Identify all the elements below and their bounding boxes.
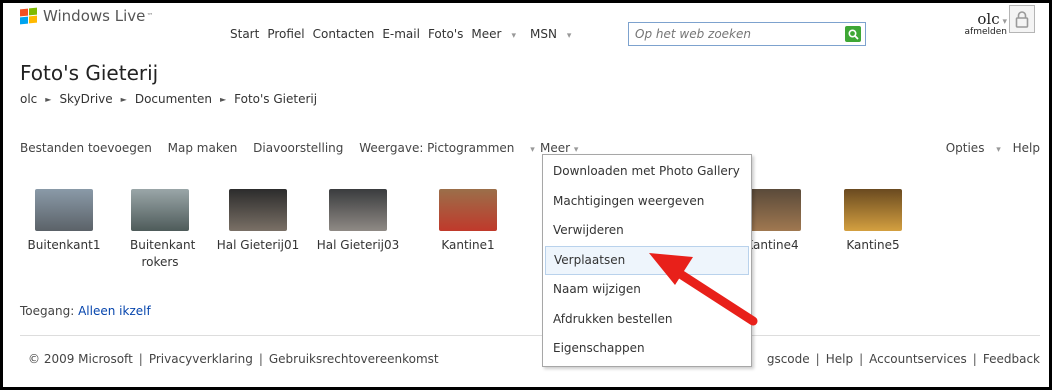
menu-item-rename[interactable]: Naam wijzigen (545, 275, 749, 305)
more-dropdown-menu: Downloaden met Photo Gallery Machtiginge… (542, 154, 752, 367)
chevron-down-icon: ▾ (999, 17, 1007, 27)
photo-thumbnail[interactable]: Kantine5 (825, 189, 921, 254)
new-folder-button[interactable]: Map maken (168, 141, 238, 155)
chevron-down-icon: ▾ (511, 31, 516, 41)
photo-label: Hal Gieterij01 (216, 238, 300, 252)
chevron-down-icon: ▾ (530, 145, 535, 155)
logo-trademark: ™ (146, 12, 154, 20)
nav-start[interactable]: Start (230, 27, 259, 41)
photo-image[interactable] (131, 189, 189, 231)
footer-divider: | (859, 352, 864, 366)
search-icon (847, 28, 859, 40)
search-button[interactable] (845, 26, 861, 42)
breadcrumb-olc[interactable]: olc (20, 92, 37, 108)
breadcrumb-documenten[interactable]: Documenten (135, 92, 212, 108)
view-menu[interactable]: Weergave: Pictogrammen ▾ (359, 141, 547, 155)
page-title: Foto's Gieterij (20, 61, 159, 85)
access-label: Toegang: (20, 304, 75, 318)
nav-fotos[interactable]: Foto's (428, 27, 463, 41)
copyright: © 2009 Microsoft (28, 352, 133, 366)
code-link[interactable]: gscode (767, 352, 810, 366)
page: Windows Live ™ Start Profiel Contacten E… (3, 3, 1049, 387)
menu-item-delete[interactable]: Verwijderen (545, 216, 749, 246)
nav-msn-label: MSN (529, 27, 557, 41)
access-info: Toegang: Alleen ikzelf (20, 304, 151, 318)
user-name[interactable]: olc (977, 10, 999, 28)
photo-thumbnail[interactable]: Buitenkant1 (16, 189, 112, 254)
photo-label: Buitenkant rokers (130, 238, 196, 269)
nav-msn[interactable]: MSN ▾ (530, 27, 579, 41)
photo-image[interactable] (229, 189, 287, 231)
sign-out-link[interactable]: afmelden (965, 28, 1007, 37)
menu-item-download-photo-gallery[interactable]: Downloaden met Photo Gallery (545, 157, 749, 187)
photo-image[interactable] (329, 189, 387, 231)
footer-divider: | (815, 352, 820, 366)
footer-divider: | (972, 352, 977, 366)
windows-live-logo[interactable]: Windows Live ™ (20, 7, 153, 25)
logo-text: Windows Live (43, 7, 146, 25)
nav-profiel[interactable]: Profiel (267, 27, 304, 41)
options-menu[interactable]: Opties ▾ (938, 141, 1001, 155)
menu-item-order-prints[interactable]: Afdrukken bestellen (545, 305, 749, 335)
photo-thumbnail[interactable]: Buitenkant rokers (112, 189, 208, 271)
slideshow-button[interactable]: Diavoorstelling (253, 141, 343, 155)
photo-thumbnail[interactable]: Hal Gieterij03 (310, 189, 406, 254)
web-search-box (628, 22, 866, 46)
top-navigation: Start Profiel Contacten E-mail Foto's Me… (230, 27, 585, 41)
more-menu-label: Meer (540, 141, 571, 155)
footer-divider: | (258, 352, 263, 366)
help-link[interactable]: Help (1013, 141, 1040, 155)
footer: © 2009 Microsoft | Privacyverklaring | Gebru… (20, 335, 1040, 383)
chevron-down-icon: ▾ (996, 145, 1001, 155)
privacy-link[interactable]: Privacyverklaring (149, 352, 253, 366)
windows-flag-icon (20, 7, 38, 24)
photo-thumbnail[interactable]: Hal Gieterij01 (210, 189, 306, 254)
nav-email[interactable]: E-mail (382, 27, 420, 41)
lock-icon (1015, 11, 1029, 28)
chevron-down-icon: ▾ (566, 31, 572, 41)
footer-divider: | (138, 352, 143, 366)
terms-link[interactable]: Gebruiksrechtovereenkomst (269, 352, 439, 366)
avatar[interactable] (1009, 5, 1035, 33)
nav-meer-label: Meer (471, 27, 502, 41)
add-files-button[interactable]: Bestanden toevoegen (20, 141, 152, 155)
access-link[interactable]: Alleen ikzelf (78, 304, 151, 318)
options-label: Opties (945, 141, 985, 155)
menu-item-move[interactable]: Verplaatsen (545, 245, 749, 275)
breadcrumb-arrow-icon: ► (45, 95, 52, 104)
help-footer-link[interactable]: Help (826, 352, 853, 366)
breadcrumb-skydrive[interactable]: SkyDrive (59, 92, 112, 108)
photo-label: Kantine5 (846, 238, 900, 252)
nav-meer[interactable]: Meer ▾ (471, 27, 524, 41)
photo-image[interactable] (439, 189, 497, 231)
feedback-link[interactable]: Feedback (983, 352, 1040, 366)
user-menu[interactable]: olc ▾ afmelden (965, 11, 1007, 37)
breadcrumb: olc ► SkyDrive ► Documenten ► Foto's Gie… (20, 92, 317, 108)
view-menu-label: Weergave: Pictogrammen (359, 141, 515, 155)
photo-label: Buitenkant1 (27, 238, 101, 252)
breadcrumb-arrow-icon: ► (219, 95, 227, 104)
search-input[interactable] (629, 23, 834, 45)
photo-thumbnail[interactable]: Kantine1 (420, 189, 516, 254)
menu-item-properties[interactable]: Eigenschappen (545, 334, 749, 364)
nav-contacten[interactable]: Contacten (313, 27, 375, 41)
breadcrumb-arrow-icon: ► (120, 95, 127, 104)
account-services-link[interactable]: Accountservices (869, 352, 967, 366)
photo-label: Hal Gieterij03 (316, 238, 400, 252)
photo-label: Kantine1 (441, 238, 495, 252)
breadcrumb-current: Foto's Gieterij (234, 92, 318, 106)
menu-item-view-permissions[interactable]: Machtigingen weergeven (545, 187, 749, 217)
photo-image[interactable] (844, 189, 902, 231)
more-menu[interactable]: Meer ▾ (540, 141, 578, 155)
photo-image[interactable] (35, 189, 93, 231)
